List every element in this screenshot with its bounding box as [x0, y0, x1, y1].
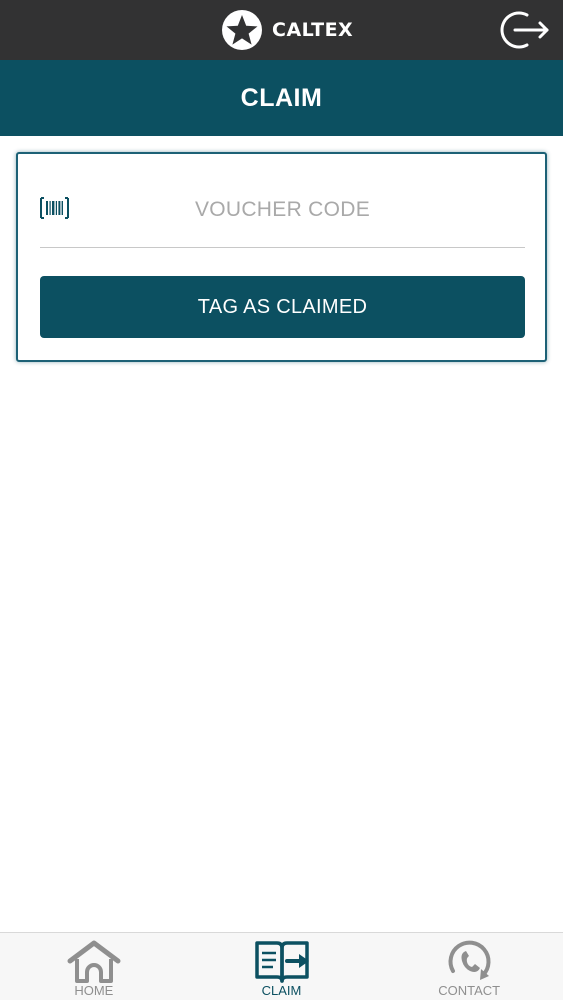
claim-card: TAG AS CLAIMED	[16, 152, 547, 362]
tag-as-claimed-button[interactable]: TAG AS CLAIMED	[40, 276, 525, 338]
brand-name: CALTEX	[272, 19, 354, 41]
brand: CALTEX	[221, 9, 353, 51]
barcode-icon[interactable]	[40, 197, 69, 219]
voucher-code-input[interactable]	[80, 180, 525, 240]
nav-label-contact: CONTACT	[438, 983, 501, 998]
nav-item-contact[interactable]: CONTACT	[375, 933, 563, 1000]
logout-icon	[500, 11, 549, 49]
nav-item-home[interactable]: HOME	[0, 933, 188, 1000]
nav-item-claim[interactable]: CLAIM	[188, 933, 376, 1000]
page-title: CLAIM	[240, 83, 323, 112]
contact-icon	[440, 939, 498, 985]
title-bar: CLAIM	[0, 60, 563, 136]
claim-icon	[253, 939, 311, 985]
nav-label-claim: CLAIM	[261, 983, 302, 998]
app-root: CALTEX CLAIM VOUCHER CODE TAG AS CLAIMED…	[0, 0, 563, 1000]
caltex-star-logo-icon	[222, 10, 262, 50]
nav-label-home: HOME	[74, 983, 114, 998]
bottom-nav: HOME CLAIM CONTACT	[0, 932, 563, 1000]
top-bar: CALTEX	[0, 0, 563, 60]
logout-button[interactable]	[497, 7, 553, 53]
voucher-input-row	[40, 180, 525, 248]
home-icon	[65, 939, 123, 985]
